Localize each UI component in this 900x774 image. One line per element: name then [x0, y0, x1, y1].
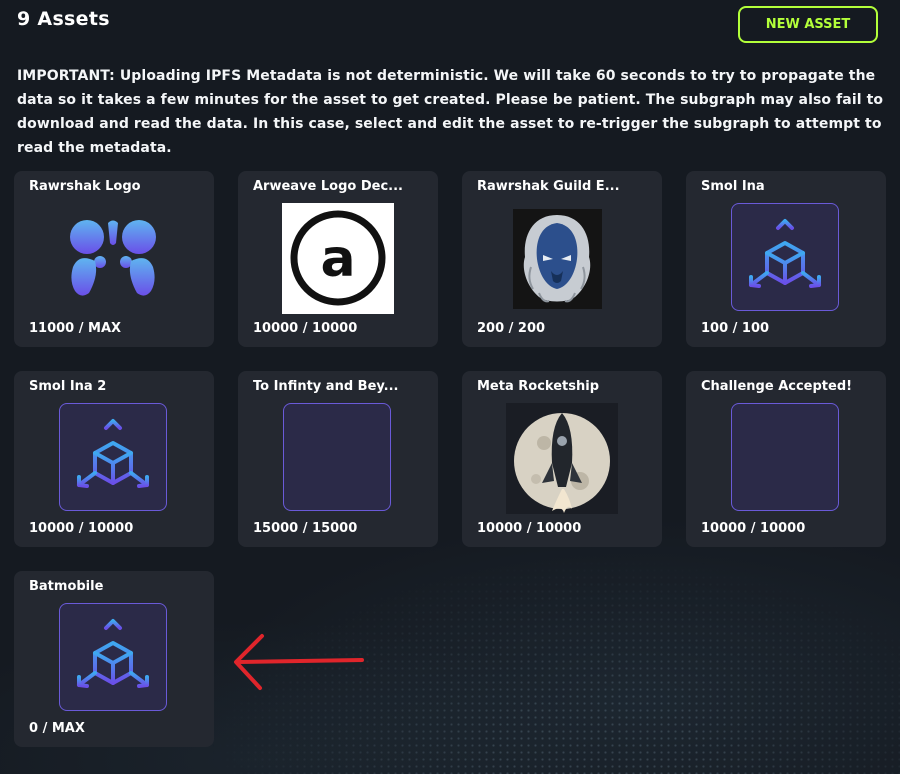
asset-name: Smol Ina 2 [29, 379, 107, 394]
asset-supply: 10000 / 10000 [29, 521, 134, 536]
3d-asset-icon [59, 603, 167, 711]
3d-asset-icon [731, 203, 839, 311]
asset-name: Meta Rocketship [477, 379, 599, 394]
asset-card[interactable]: Challenge Accepted! 10000 / 10000 [686, 371, 886, 547]
asset-card[interactable]: Rawrshak Guild E... 200 / 200 [462, 171, 662, 347]
asset-card[interactable]: Batmobile 0 / MAX [14, 571, 214, 747]
asset-supply: 10000 / 10000 [253, 321, 358, 336]
asset-supply: 200 / 200 [477, 321, 546, 336]
asset-card[interactable]: Rawrshak Logo 11000 / MAX [14, 171, 214, 347]
asset-supply: 11000 / MAX [29, 321, 122, 336]
asset-supply: 10000 / 10000 [701, 521, 806, 536]
svg-text:a: a [320, 229, 355, 289]
new-asset-button[interactable]: NEW ASSET [738, 6, 878, 43]
rocket-moon-icon [506, 403, 618, 514]
asset-name: To Infinty and Bey... [253, 379, 399, 394]
asset-supply: 10000 / 10000 [477, 521, 582, 536]
asset-supply: 15000 / 15000 [253, 521, 358, 536]
page-title: 9 Assets [17, 8, 110, 30]
3d-asset-icon [59, 403, 167, 511]
asset-name: Smol Ina [701, 179, 765, 194]
asset-name: Rawrshak Logo [29, 179, 141, 194]
audio-waveform-icon [731, 403, 839, 511]
asset-name: Rawrshak Guild E... [477, 179, 620, 194]
red-arrow-icon [228, 628, 368, 698]
asset-card[interactable]: Arweave Logo Dec... a 10000 / 10000 [238, 171, 438, 347]
asset-card[interactable]: Smol Ina 2 10000 / 10000 [14, 371, 214, 547]
arweave-logo-icon: a [282, 203, 394, 314]
audio-waveform-icon [283, 403, 391, 511]
asset-name: Arweave Logo Dec... [253, 179, 403, 194]
lion-emblem-icon [513, 209, 602, 309]
rawrshak-logo-icon [59, 203, 167, 311]
asset-name: Batmobile [29, 579, 104, 594]
asset-card[interactable]: To Infinty and Bey... 15000 / 15000 [238, 371, 438, 547]
asset-supply: 100 / 100 [701, 321, 770, 336]
asset-card[interactable]: Meta Rocketship 10000 / 10000 [462, 371, 662, 547]
asset-supply: 0 / MAX [29, 721, 85, 736]
asset-card[interactable]: Smol Ina 100 / 100 [686, 171, 886, 347]
ipfs-notice: IMPORTANT: Uploading IPFS Metadata is no… [17, 68, 884, 156]
asset-name: Challenge Accepted! [701, 379, 853, 394]
